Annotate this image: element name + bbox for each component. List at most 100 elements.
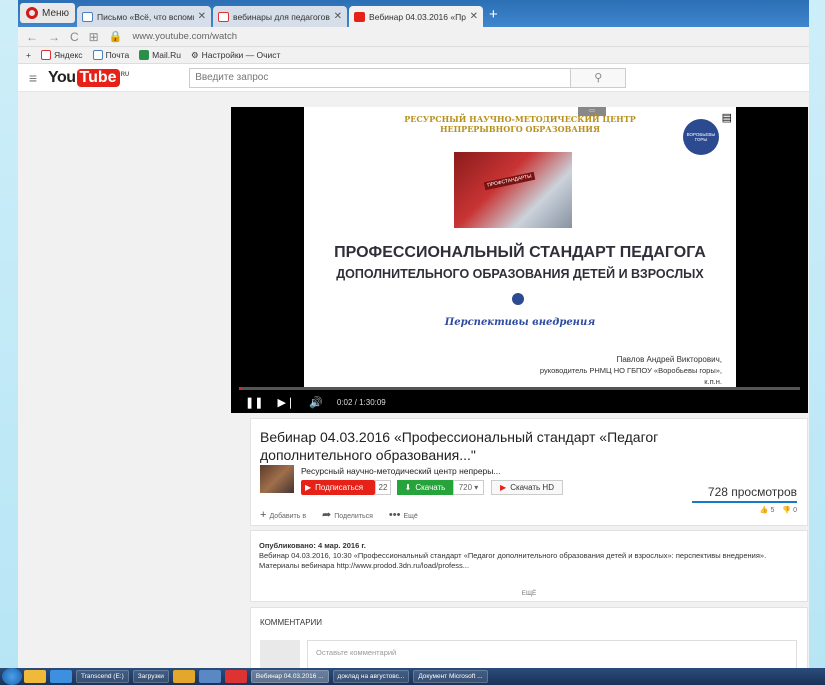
subscribe-label: Подписаться	[315, 483, 364, 492]
start-button[interactable]	[2, 668, 22, 685]
tab-yandex[interactable]: вебинары для педагогов ✕	[213, 6, 348, 27]
pinned-opera-icon[interactable]	[224, 670, 247, 683]
subscribe-button[interactable]: ▶ Подписаться	[301, 480, 375, 495]
search-input[interactable]: Введите запрос	[189, 67, 572, 88]
taskbar-item-downloads[interactable]: Загрузки	[132, 670, 169, 683]
subtitles-icon[interactable]: ▤	[722, 111, 732, 124]
opera-menu-button[interactable]: Меню	[20, 3, 76, 23]
download-hd-button[interactable]: ▶ Скачать HD	[491, 480, 563, 495]
bookmark-pochta[interactable]: Почта	[92, 50, 130, 60]
slide-image-folders: ПРОФСТАНДАРТЫ	[454, 152, 572, 228]
theater-mode-icon[interactable]: ▭	[766, 111, 776, 124]
youtube-logo[interactable]: You Tube RU	[48, 68, 130, 87]
download-button[interactable]: ⬇ Скачать	[397, 480, 453, 495]
volume-icon[interactable]: 🔊	[309, 396, 323, 409]
description-text: Вебинар 04.03.2016, 10:30 «Профессиональ…	[259, 551, 767, 570]
forward-icon[interactable]: →	[48, 30, 60, 44]
pinned-app-icon[interactable]	[198, 670, 221, 683]
bookmark-yandex[interactable]: Яндекс	[40, 50, 83, 60]
comment-input[interactable]: Оставьте комментарий	[307, 640, 797, 668]
logo-region: RU	[120, 71, 130, 78]
tab-mail[interactable]: Письмо «Всё, что вспомн ✕	[77, 6, 212, 27]
pinned-explorer-icon[interactable]	[24, 670, 46, 683]
download-label: Скачать	[415, 483, 446, 492]
share-label: Поделиться	[334, 513, 373, 520]
back-icon[interactable]: ←	[26, 30, 38, 44]
taskbar-item-word-doc1[interactable]: доклад на августовс...	[332, 670, 410, 683]
settings-gear-icon[interactable]: ⚙	[744, 111, 754, 124]
channel-avatar[interactable]	[260, 465, 294, 493]
bookmark-label: Настройки — Очист	[201, 50, 281, 60]
channel-name[interactable]: Ресурсный научно-методический центр непр…	[301, 466, 500, 476]
url-field[interactable]: www.youtube.com/watch	[132, 31, 237, 42]
slide-author-role: руководитель РНМЦ НО ГБПОУ «Воробьевы го…	[539, 366, 722, 375]
taskbar-item-browser[interactable]: Вебинар 04.03.2016 ...	[250, 670, 329, 683]
close-icon[interactable]: ✕	[198, 11, 206, 22]
description-panel: Опубликовано: 4 мар. 2016 г. Вебинар 04.…	[250, 530, 808, 602]
show-more-button[interactable]: ЕЩЁ	[251, 589, 807, 599]
background-decoration-right	[809, 0, 825, 685]
doc-icon	[92, 50, 103, 60]
tab-label: Письмо «Всё, что вспомн	[97, 11, 194, 22]
gear-icon: ⚙	[190, 49, 199, 60]
progress-bar[interactable]	[239, 387, 800, 390]
search-button[interactable]: ⚲	[571, 67, 627, 88]
slide-author-degree: к.п.н.	[704, 377, 722, 386]
tab-bar: Меню Письмо «Всё, что вспомн ✕ вебинары …	[18, 0, 809, 27]
pause-icon[interactable]: ❚❚	[245, 396, 263, 409]
more-button[interactable]: ••• Ещё	[389, 509, 418, 521]
bookmark-mailru[interactable]: Mail.Ru	[139, 50, 181, 60]
new-tab-button[interactable]: +	[489, 6, 498, 23]
taskbar-item-transcend[interactable]: Transcend (E:)	[76, 670, 129, 683]
yandex-icon	[40, 50, 51, 60]
close-icon[interactable]: ✕	[334, 11, 342, 22]
comments-title: КОММЕНТАРИИ	[260, 618, 323, 627]
bookmark-label: Mail.Ru	[152, 50, 181, 60]
share-icon: ➦	[322, 509, 332, 521]
close-icon[interactable]: ✕	[470, 11, 478, 22]
hamburger-menu-icon[interactable]: ≡	[18, 70, 48, 86]
slide-header-line1: РЕСУРСНЫЙ НАУЧНО-МЕТОДИЧЕСКИЙ ЦЕНТР	[404, 114, 636, 124]
progress-fill	[239, 387, 242, 390]
tab-youtube[interactable]: Вебинар 04.03.2016 «Про ✕	[349, 6, 484, 27]
pinned-ie-icon[interactable]	[50, 670, 72, 683]
next-icon[interactable]: ▶❘	[277, 396, 295, 409]
dislike-button[interactable]: 👎 0	[782, 506, 797, 514]
tab-label: Вебинар 04.03.2016 «Про	[369, 11, 466, 22]
time-display: 0:02 / 1:30:09	[336, 397, 386, 407]
publish-date: Опубликовано: 4 мар. 2016 г.	[259, 541, 366, 550]
add-to-button[interactable]: + Добавить в	[260, 509, 306, 521]
fullscreen-icon[interactable]: ⛶	[788, 111, 796, 124]
plus-icon: +	[260, 508, 267, 521]
more-dots-icon: •••	[388, 508, 401, 521]
doc-icon	[82, 11, 94, 22]
search-icon: ⚲	[594, 72, 603, 84]
taskbar-item-word-doc2[interactable]: Документ Microsoft ...	[413, 670, 488, 683]
image-stamp: ПРОФСТАНДАРТЫ	[483, 171, 536, 191]
logo-you: You	[48, 68, 76, 86]
logo-tube: Tube	[76, 68, 120, 87]
tab-label: вебинары для педагогов	[233, 11, 330, 22]
bookmark-label: Яндекс	[53, 50, 83, 60]
share-button[interactable]: ➦ Поделиться	[322, 508, 373, 521]
bookmarks-bar: + Яндекс Почта Mail.Ru ⚙ Настройки — Очис…	[18, 47, 809, 64]
player-controls: ❚❚ ▶❘ 🔊 0:02 / 1:30:09	[231, 391, 808, 413]
video-player[interactable]: ▭ РЕСУРСНЫЙ НАУЧНО-МЕТОДИЧЕСКИЙ ЦЕНТР НЕ…	[231, 107, 808, 413]
dislike-count: 0	[793, 507, 797, 514]
player-controls-right: ▤ ⚙ ▭ ⛶	[722, 111, 796, 124]
comments-panel: КОММЕНТАРИИ Оставьте комментарий	[250, 607, 808, 668]
bookmark-settings[interactable]: ⚙ Настройки — Очист	[191, 50, 280, 61]
bookmark-label: Почта	[105, 50, 130, 60]
download-arrow-icon: ⬇	[404, 483, 412, 492]
reload-icon[interactable]: C	[70, 30, 79, 44]
like-button[interactable]: 👍 5	[760, 506, 775, 514]
video-title: Вебинар 04.03.2016 «Профессиональный ста…	[260, 429, 659, 463]
speed-dial-icon[interactable]: ⊞	[89, 30, 99, 44]
like-ratio-bar	[692, 501, 797, 503]
add-to-label: Добавить в	[269, 512, 307, 520]
quality-select[interactable]: 720 ▾	[453, 480, 484, 495]
add-bookmark-icon[interactable]: +	[26, 50, 31, 60]
thumbs-up-icon: 👍	[759, 507, 769, 514]
pinned-app-icon[interactable]	[172, 670, 195, 683]
slide-header: РЕСУРСНЫЙ НАУЧНО-МЕТОДИЧЕСКИЙ ЦЕНТР НЕПР…	[304, 114, 736, 134]
